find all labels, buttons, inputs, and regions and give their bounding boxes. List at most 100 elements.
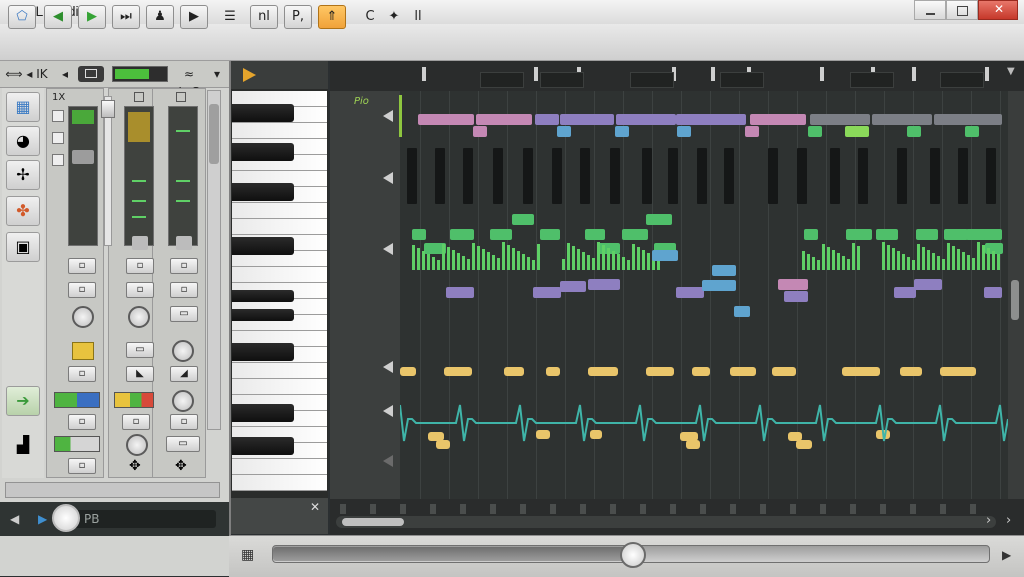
black-key[interactable] bbox=[232, 143, 294, 161]
note-block[interactable] bbox=[916, 229, 938, 240]
ruler-segment[interactable] bbox=[720, 72, 764, 88]
scroll-end-icon[interactable]: › bbox=[1006, 513, 1011, 528]
note-block[interactable] bbox=[845, 126, 869, 137]
note-block[interactable] bbox=[872, 114, 932, 125]
note-block[interactable] bbox=[808, 126, 822, 137]
note-block[interactable] bbox=[842, 367, 880, 376]
note-block[interactable] bbox=[615, 126, 629, 137]
pause-button[interactable]: ll bbox=[404, 5, 432, 29]
roll-menu-icon[interactable]: ▼ bbox=[1007, 66, 1015, 77]
drum-block[interactable] bbox=[858, 148, 868, 204]
drum-block[interactable] bbox=[407, 148, 417, 204]
drum-block[interactable] bbox=[724, 148, 734, 204]
ruler-segment[interactable] bbox=[630, 72, 674, 88]
strip-3-pan-knob[interactable] bbox=[172, 340, 194, 362]
menu-button[interactable]: ☰ bbox=[216, 5, 244, 29]
pattern-button[interactable]: ⬠ bbox=[8, 5, 36, 29]
play-small-icon[interactable]: ▶ bbox=[38, 512, 47, 526]
channel-rack-hscrollbar[interactable] bbox=[5, 482, 220, 498]
roll-vertical-scrollbar-thumb[interactable] bbox=[1011, 280, 1019, 320]
channel-rack-scrollbar-thumb[interactable] bbox=[209, 104, 219, 164]
note-block[interactable] bbox=[512, 214, 534, 225]
note-block[interactable] bbox=[677, 126, 691, 137]
lane-collapse-icon-6[interactable] bbox=[383, 455, 393, 467]
note-block[interactable] bbox=[622, 229, 648, 240]
strip-2-slot[interactable]: ▫ bbox=[126, 258, 154, 274]
drum-block[interactable] bbox=[958, 148, 968, 204]
prev-icon[interactable]: ◂ bbox=[58, 65, 72, 83]
white-key[interactable] bbox=[232, 475, 327, 491]
drum-block[interactable] bbox=[642, 148, 652, 204]
pitch-bend-knob[interactable] bbox=[52, 504, 80, 532]
back-button[interactable]: ◀ bbox=[44, 5, 72, 29]
note-block[interactable] bbox=[984, 287, 1002, 298]
white-key[interactable] bbox=[232, 123, 327, 139]
grid-icon[interactable]: ▦ bbox=[6, 92, 40, 122]
note-block[interactable] bbox=[944, 229, 968, 240]
drum-block[interactable] bbox=[930, 148, 940, 204]
note-block[interactable] bbox=[784, 291, 808, 302]
note-block[interactable] bbox=[585, 229, 605, 240]
note-block[interactable] bbox=[446, 287, 474, 298]
drum-block[interactable] bbox=[552, 148, 562, 204]
strip-2-pan-knob[interactable] bbox=[128, 306, 150, 328]
strip-1-send-button[interactable] bbox=[54, 436, 100, 452]
ruler-segment[interactable] bbox=[940, 72, 984, 88]
note-block[interactable] bbox=[418, 114, 474, 125]
note-block[interactable] bbox=[616, 114, 676, 125]
note-block[interactable] bbox=[750, 114, 806, 125]
figure-button[interactable]: ♟ bbox=[146, 5, 174, 29]
pencil-tool-button[interactable]: P, bbox=[284, 5, 312, 29]
swap-icon[interactable]: ⟺ bbox=[4, 65, 24, 83]
step-back-icon[interactable]: ◂ IK bbox=[22, 65, 52, 83]
strip-1-slot-4[interactable]: ▫ bbox=[68, 414, 96, 430]
close-button[interactable]: ✕ bbox=[978, 0, 1018, 20]
bell-icon[interactable]: ◕ bbox=[6, 126, 40, 156]
squares-icon[interactable]: ▣ bbox=[6, 232, 40, 262]
strip-1-slider[interactable] bbox=[104, 96, 112, 246]
ruler-segment[interactable] bbox=[850, 72, 894, 88]
note-block[interactable] bbox=[546, 367, 560, 376]
note-block[interactable] bbox=[412, 229, 426, 240]
strip-1-route-button[interactable] bbox=[54, 392, 100, 408]
drum-block[interactable] bbox=[523, 148, 533, 204]
drum-block[interactable] bbox=[610, 148, 620, 204]
note-block[interactable] bbox=[846, 229, 872, 240]
strip-1-solo-button[interactable] bbox=[72, 342, 94, 360]
note-block[interactable] bbox=[444, 367, 472, 376]
note-block[interactable] bbox=[476, 114, 532, 125]
note-block[interactable] bbox=[940, 367, 976, 376]
note-block[interactable] bbox=[535, 114, 559, 125]
forward-icon[interactable]: ➔ bbox=[6, 386, 40, 416]
note-block[interactable] bbox=[540, 229, 560, 240]
strip-3-move-icon[interactable]: ✥ bbox=[175, 458, 187, 474]
note-block[interactable] bbox=[772, 367, 796, 376]
piece-icon[interactable]: ✤ bbox=[6, 196, 40, 226]
song-position-handle[interactable] bbox=[620, 542, 646, 568]
note-block[interactable] bbox=[676, 114, 746, 125]
strip-2-route-button[interactable] bbox=[114, 392, 154, 408]
strip-2-slot-2[interactable]: ▫ bbox=[126, 282, 154, 298]
pattern-selector[interactable] bbox=[78, 66, 104, 82]
pitch-bend-field[interactable]: PB bbox=[62, 510, 216, 528]
play-button[interactable]: ▶ bbox=[78, 5, 106, 29]
ruler-segment[interactable] bbox=[540, 72, 584, 88]
note-block[interactable] bbox=[560, 281, 586, 292]
note-block[interactable] bbox=[692, 367, 710, 376]
note-block[interactable] bbox=[914, 279, 942, 290]
drum-block[interactable] bbox=[797, 148, 807, 204]
strip-3-slot[interactable]: ▫ bbox=[170, 258, 198, 274]
white-key[interactable] bbox=[232, 459, 327, 475]
black-key[interactable] bbox=[232, 343, 294, 361]
strip-2-slot-5[interactable]: ▫ bbox=[122, 414, 150, 430]
tempo-control[interactable]: ≈ I←S bbox=[172, 65, 206, 99]
ruler-segment[interactable] bbox=[480, 72, 524, 88]
note-block[interactable] bbox=[934, 114, 1002, 125]
notes-tool-button[interactable]: nl bbox=[250, 5, 278, 29]
strip-2-move-icon[interactable]: ✥ bbox=[129, 458, 141, 474]
drum-block[interactable] bbox=[830, 148, 840, 204]
automation-curve[interactable] bbox=[400, 395, 1008, 455]
note-block[interactable] bbox=[702, 280, 732, 291]
drum-block[interactable] bbox=[897, 148, 907, 204]
strip-3-slot-5[interactable]: ▫ bbox=[170, 414, 198, 430]
